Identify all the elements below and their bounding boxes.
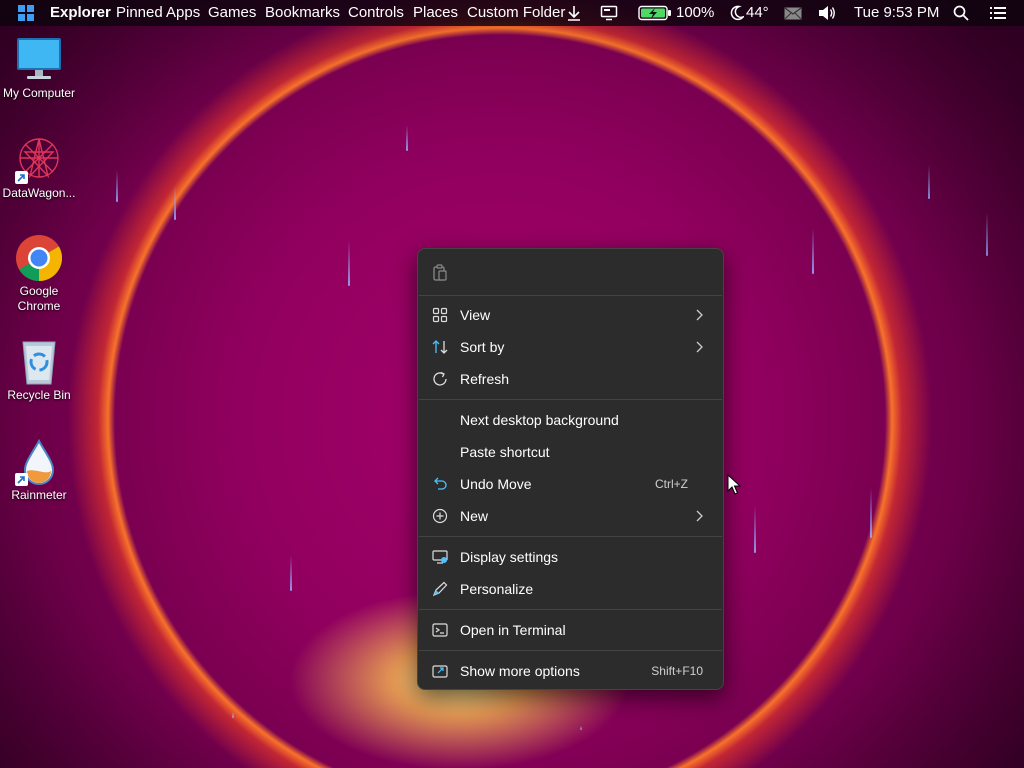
- search-icon[interactable]: [953, 5, 969, 21]
- desktop-context-menu: View Sort by Refresh Next desktop backgr…: [417, 248, 724, 690]
- recycle-bin-icon: [15, 338, 63, 386]
- rain-streak: [290, 555, 292, 591]
- menu-separator: [419, 295, 722, 296]
- menu-item-label: View: [460, 307, 491, 323]
- chevron-right-icon: [696, 309, 703, 321]
- windows-logo-icon[interactable]: [18, 5, 34, 21]
- menu-item-label: Show more options: [460, 663, 580, 679]
- top-taskbar: Explorer Pinned Apps Games Bookmarks Con…: [0, 0, 1024, 26]
- menu-item-label: Refresh: [460, 371, 510, 387]
- menu-item-label: Paste shortcut: [460, 444, 550, 460]
- menu-item-undo-move[interactable]: Undo Move Ctrl+Z: [422, 469, 719, 499]
- menu-separator: [419, 536, 722, 537]
- menu-pinned-apps[interactable]: Pinned Apps: [116, 4, 200, 21]
- menu-separator: [419, 399, 722, 400]
- rain-streak: [928, 165, 930, 199]
- desktop-icon-my-computer[interactable]: My Computer: [0, 36, 78, 101]
- menu-separator: [419, 650, 722, 651]
- desktop-icon-rainmeter[interactable]: Rainmeter: [0, 438, 78, 503]
- shortcut-arrow-icon: [15, 171, 28, 184]
- menu-item-sort-by[interactable]: Sort by: [422, 332, 719, 362]
- rain-streak: [812, 228, 814, 274]
- desktop-icon-google-chrome[interactable]: Google Chrome: [0, 234, 78, 314]
- terminal-icon: [432, 623, 448, 637]
- grid-icon: [432, 307, 448, 323]
- mouse-cursor-icon: [727, 474, 741, 495]
- display-settings-icon: [432, 550, 448, 564]
- desktop-icon-label: Recycle Bin: [7, 388, 71, 402]
- menu-bookmarks[interactable]: Bookmarks: [265, 4, 340, 21]
- chevron-right-icon: [696, 510, 703, 522]
- rain-streak: [870, 488, 872, 538]
- list-menu-icon[interactable]: [990, 6, 1006, 20]
- menu-item-label: Undo Move: [460, 476, 532, 492]
- undo-icon: [434, 477, 447, 490]
- menu-item-label: Sort by: [460, 339, 505, 355]
- datawagon-icon: [15, 136, 63, 184]
- desktop-icon-label: Google Chrome: [17, 284, 61, 313]
- rain-streak: [754, 505, 756, 553]
- paste-icon[interactable]: [432, 264, 448, 282]
- monitor-icon: [15, 36, 63, 84]
- download-icon[interactable]: [566, 4, 582, 22]
- rainmeter-icon: [15, 438, 63, 486]
- battery-percent: 100%: [676, 4, 715, 21]
- shortcut-arrow-icon: [15, 473, 28, 486]
- chevron-right-icon: [696, 341, 703, 353]
- rain-streak: [348, 240, 350, 286]
- menu-games[interactable]: Games: [208, 4, 256, 21]
- menu-explorer[interactable]: Explorer: [50, 4, 111, 21]
- battery-charging-icon[interactable]: [638, 5, 672, 21]
- menu-item-next-desktop-background[interactable]: Next desktop background: [422, 405, 719, 435]
- menu-item-shortcut: Ctrl+Z: [655, 477, 688, 491]
- plus-circle-icon: [432, 508, 448, 524]
- desktop-icon-datawagon[interactable]: DataWagon...: [0, 136, 78, 201]
- menu-item-paste-shortcut[interactable]: Paste shortcut: [422, 437, 719, 467]
- monitor-icon[interactable]: [600, 5, 618, 21]
- sort-icon: [432, 340, 448, 354]
- menu-custom-folder[interactable]: Custom Folder: [467, 4, 565, 21]
- pen-icon: [432, 581, 448, 597]
- menu-item-open-in-terminal[interactable]: Open in Terminal: [422, 615, 719, 645]
- weather-temp[interactable]: 44°: [746, 4, 769, 21]
- rain-streak: [986, 212, 988, 256]
- desktop[interactable]: Explorer Pinned Apps Games Bookmarks Con…: [0, 0, 1024, 768]
- menu-separator: [419, 609, 722, 610]
- menu-places[interactable]: Places: [413, 4, 458, 21]
- rain-streak: [116, 170, 118, 202]
- menu-item-new[interactable]: New: [422, 501, 719, 531]
- menu-item-show-more-options[interactable]: Show more options Shift+F10: [422, 656, 719, 686]
- volume-icon[interactable]: [818, 5, 836, 21]
- desktop-icon-label: Rainmeter: [11, 488, 67, 502]
- clock[interactable]: Tue 9:53 PM: [854, 4, 939, 21]
- menu-item-view[interactable]: View: [422, 300, 719, 330]
- rain-streak: [580, 726, 582, 730]
- context-menu-quick-actions: [418, 249, 723, 295]
- menu-item-label: Next desktop background: [460, 412, 619, 428]
- more-options-icon: [432, 665, 448, 678]
- menu-item-personalize[interactable]: Personalize: [422, 574, 719, 604]
- desktop-icon-recycle-bin[interactable]: Recycle Bin: [0, 338, 78, 403]
- menu-item-label: Open in Terminal: [460, 622, 566, 638]
- menu-item-refresh[interactable]: Refresh: [422, 364, 719, 394]
- menu-controls[interactable]: Controls: [348, 4, 404, 21]
- menu-item-label: Personalize: [460, 581, 534, 597]
- rain-streak: [406, 125, 408, 151]
- moon-icon[interactable]: [730, 5, 744, 21]
- rain-streak: [232, 712, 234, 718]
- refresh-icon: [433, 371, 447, 386]
- menu-item-label: Display settings: [460, 549, 559, 565]
- menu-item-display-settings[interactable]: Display settings: [422, 542, 719, 572]
- mail-icon[interactable]: [784, 7, 802, 20]
- menu-item-shortcut: Shift+F10: [651, 664, 703, 678]
- rain-streak: [174, 186, 176, 220]
- menu-item-label: New: [460, 508, 489, 524]
- desktop-icon-label: My Computer: [2, 86, 76, 100]
- desktop-icon-label: DataWagon...: [2, 186, 76, 200]
- chrome-icon: [15, 234, 63, 282]
